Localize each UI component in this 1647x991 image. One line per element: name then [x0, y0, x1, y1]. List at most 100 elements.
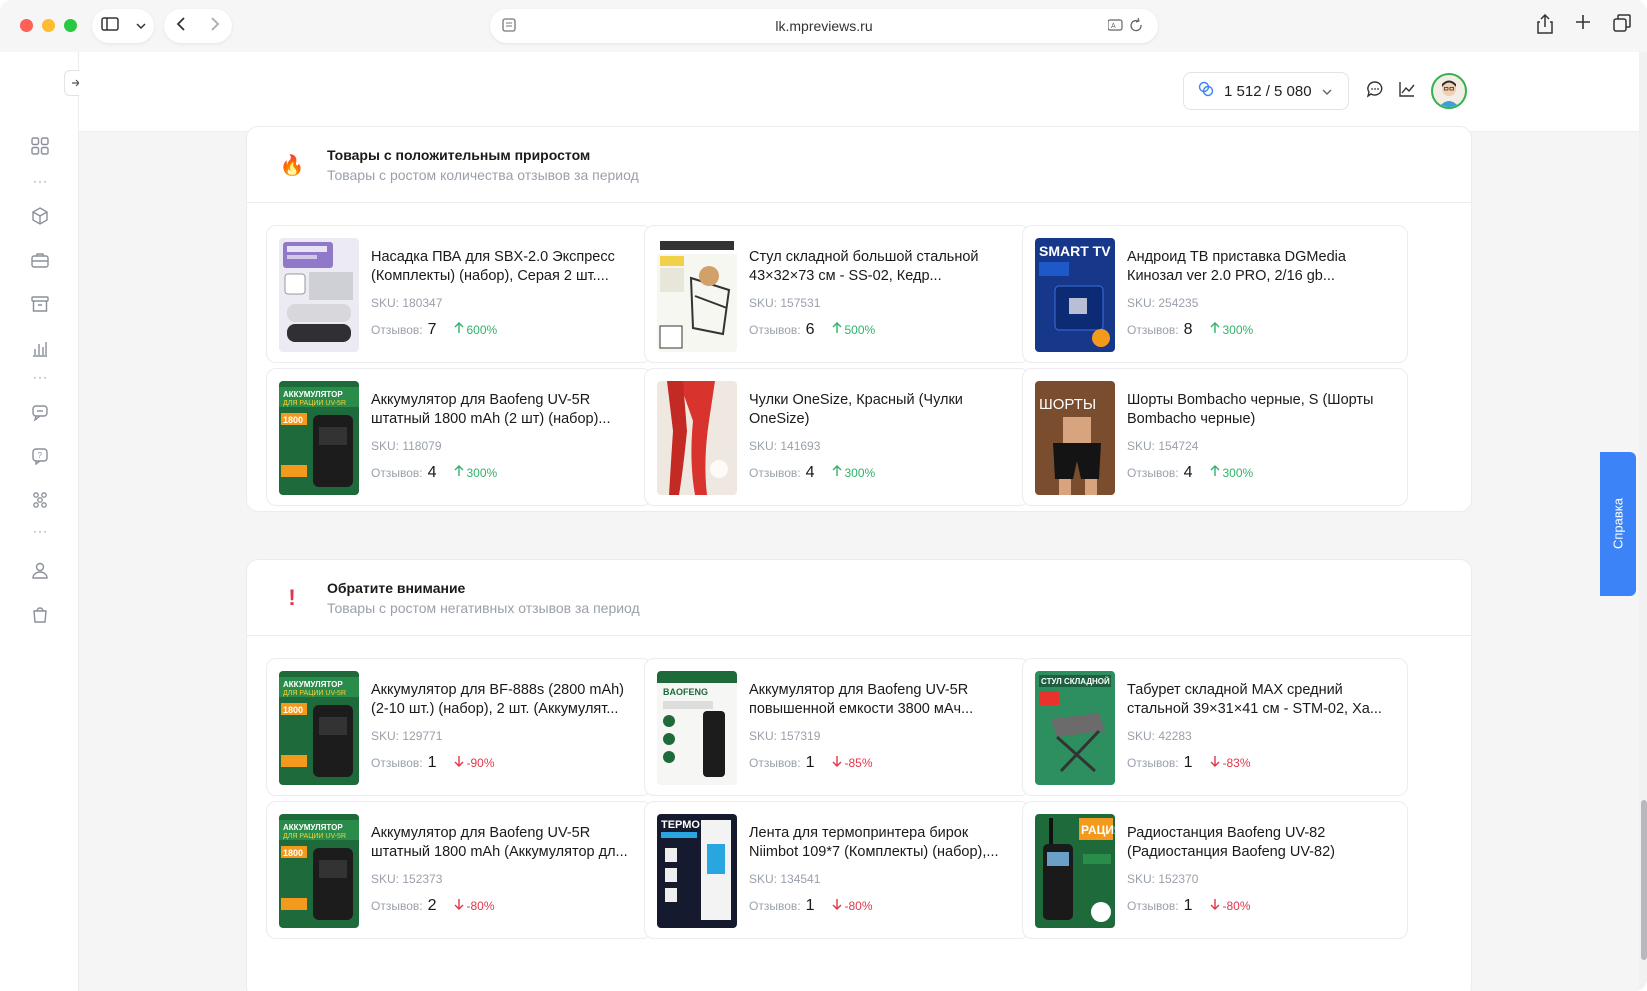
svg-text:ДЛЯ РАЦИИ UV-5R: ДЛЯ РАЦИИ UV-5R	[283, 833, 346, 840]
product-name[interactable]: Андроид ТВ приставка DGMedia Кинозал ver…	[1127, 248, 1399, 286]
briefcase-icon[interactable]	[28, 248, 52, 272]
translate-and-reload-icons[interactable]: A	[1107, 17, 1144, 36]
change-value: -80%	[466, 898, 495, 913]
chevron-down-icon	[1322, 83, 1332, 100]
bar-chart-icon[interactable]	[28, 336, 52, 360]
question-icon[interactable]: ?	[28, 444, 52, 468]
reviews-count: 1	[1183, 754, 1193, 771]
chevron-down-icon[interactable]	[135, 17, 146, 35]
product-image[interactable]	[657, 238, 737, 352]
product-image[interactable]: АККУМУЛЯТОР ДЛЯ РАЦИИ UV-5R 1800	[279, 814, 359, 928]
product-name[interactable]: Чулки OneSize, Красный (Чулки OneSize)	[749, 391, 1021, 429]
svg-text:1800: 1800	[283, 848, 303, 858]
back-button[interactable]	[176, 16, 186, 36]
product-card[interactable]: РАЦИЯ Радиостанция Baofeng UV-82 (Радиост…	[1022, 801, 1408, 939]
product-image[interactable]: АККУМУЛЯТОР ДЛЯ РАЦИИ UV-5R 1800	[279, 671, 359, 785]
product-card[interactable]: Насадка ПВА для SBX-2.0 Экспресс (Компле…	[266, 225, 652, 363]
change-value: -80%	[1222, 898, 1251, 913]
change-badge: -85%	[832, 755, 873, 770]
product-name[interactable]: Радиостанция Baofeng UV-82 (Радиостанция…	[1127, 824, 1399, 862]
reviews-label: Отзывов:	[371, 323, 423, 337]
tabs-overview-icon[interactable]	[1613, 14, 1631, 39]
chat-icon[interactable]	[1366, 80, 1388, 102]
product-image[interactable]: SMART TV	[1035, 238, 1115, 352]
section-header: ! Обратите внимание Товары с ростом нега…	[247, 560, 1471, 636]
close-window-button[interactable]	[20, 19, 33, 32]
product-card[interactable]: SMART TV Андроид ТВ приставка DGMedia Кин…	[1022, 225, 1408, 363]
product-image[interactable]: АККУМУЛЯТОР ДЛЯ РАЦИИ UV-5R 1800	[279, 381, 359, 495]
sidebar-toggle-icon[interactable]	[100, 16, 119, 36]
product-name[interactable]: Стул складной большой стальной 43×32×73 …	[749, 248, 1021, 286]
address-bar[interactable]: lk.mpreviews.ru A	[490, 9, 1158, 43]
window-controls	[20, 19, 77, 32]
hierarchy-icon[interactable]	[28, 488, 52, 512]
browser-actions	[1537, 13, 1631, 39]
chart-line-icon[interactable]	[1398, 80, 1420, 102]
product-image[interactable]: СТУЛ СКЛАДНОЙ	[1035, 671, 1115, 785]
product-image[interactable]	[279, 238, 359, 352]
product-card[interactable]: АККУМУЛЯТОР ДЛЯ РАЦИИ UV-5R 1800 Аккумулято…	[266, 658, 652, 796]
avatar[interactable]	[1431, 73, 1467, 109]
reviews-count: 1	[1183, 897, 1193, 914]
change-value: 300%	[466, 465, 498, 480]
change-badge: 300%	[1210, 322, 1253, 337]
product-name[interactable]: Табурет складной MAX средний стальной 39…	[1127, 681, 1399, 719]
product-image[interactable]: BAOFENG	[657, 671, 737, 785]
product-card[interactable]: Чулки OneSize, Красный (Чулки OneSize) SK…	[644, 368, 1030, 506]
share-icon[interactable]	[1537, 13, 1553, 39]
change-badge: -80%	[832, 898, 873, 913]
product-sku: SKU: 157531	[749, 296, 821, 310]
product-image[interactable]: РАЦИЯ	[1035, 814, 1115, 928]
section-title: Обратите внимание	[327, 580, 466, 596]
cubes-icon[interactable]	[28, 204, 52, 228]
svg-text:1800: 1800	[283, 415, 303, 425]
product-name[interactable]: Шорты Bombacho черные, S (Шорты Bombacho…	[1127, 391, 1399, 429]
positive-growth-section: 🔥 Товары с положительным приростом Товар…	[246, 126, 1472, 512]
svg-text:BAOFENG: BAOFENG	[663, 687, 708, 697]
product-name[interactable]: Насадка ПВА для SBX-2.0 Экспресс (Компле…	[371, 248, 643, 286]
zoom-window-button[interactable]	[64, 19, 77, 32]
help-button[interactable]: Справка	[1600, 452, 1636, 596]
balance-dropdown[interactable]: 1 512 / 5 080	[1183, 72, 1349, 110]
product-name[interactable]: Лента для термопринтера бирок Niimbot 10…	[749, 824, 1021, 862]
product-card[interactable]: ШОРТЫ Шорты Bombacho черные, S (Шорты Bom…	[1022, 368, 1408, 506]
product-reviews: Отзывов: 1 -80%	[749, 897, 873, 915]
product-image[interactable]: ТЕРМО	[657, 814, 737, 928]
svg-text:ДЛЯ РАЦИИ UV-5R: ДЛЯ РАЦИИ UV-5R	[283, 400, 346, 407]
product-name[interactable]: Аккумулятор для Baofeng UV-5R штатный 18…	[371, 824, 643, 862]
product-card[interactable]: BAOFENG Аккумулятор для Baofeng UV-5R пов…	[644, 658, 1030, 796]
arrow-up-icon	[832, 465, 842, 480]
arrow-up-icon	[1210, 465, 1220, 480]
product-name[interactable]: Аккумулятор для Baofeng UV-5R повышенной…	[749, 681, 1021, 719]
reviews-label: Отзывов:	[1127, 756, 1179, 770]
messages-icon[interactable]	[28, 400, 52, 424]
reviews-count: 4	[427, 464, 437, 481]
product-reviews: Отзывов: 4 300%	[1127, 464, 1253, 482]
product-card[interactable]: ТЕРМО Лента для термопринтера бирок Niimb…	[644, 801, 1030, 939]
page-menu-icon[interactable]	[502, 18, 516, 35]
archive-icon[interactable]	[28, 292, 52, 316]
user-icon[interactable]	[28, 558, 52, 582]
product-name[interactable]: Аккумулятор для BF-888s (2800 mAh) (2-10…	[371, 681, 643, 719]
product-card[interactable]: СТУЛ СКЛАДНОЙ Табурет складной MAX средни…	[1022, 658, 1408, 796]
minimize-window-button[interactable]	[42, 19, 55, 32]
product-sku: SKU: 254235	[1127, 296, 1199, 310]
product-card[interactable]: АККУМУЛЯТОР ДЛЯ РАЦИИ UV-5R 1800 Аккумулято…	[266, 801, 652, 939]
product-card[interactable]: Стул складной большой стальной 43×32×73 …	[644, 225, 1030, 363]
bag-icon[interactable]	[28, 602, 52, 626]
grid-icon[interactable]	[28, 134, 52, 158]
forward-button[interactable]	[210, 16, 220, 36]
divider-dots: ···	[33, 524, 48, 538]
change-badge: -83%	[1210, 755, 1251, 770]
arrow-down-icon	[454, 898, 464, 913]
product-image[interactable]	[657, 381, 737, 495]
section-subtitle: Товары с ростом количества отзывов за пе…	[327, 167, 639, 183]
change-badge: -90%	[454, 755, 495, 770]
product-card[interactable]: АККУМУЛЯТОР ДЛЯ РАЦИИ UV-5R 1800 Аккумулято…	[266, 368, 652, 506]
scrollbar-thumb[interactable]	[1641, 800, 1647, 960]
product-image[interactable]: ШОРТЫ	[1035, 381, 1115, 495]
arrow-up-icon	[454, 465, 464, 480]
reviews-label: Отзывов:	[1127, 899, 1179, 913]
product-name[interactable]: Аккумулятор для Baofeng UV-5R штатный 18…	[371, 391, 643, 429]
new-tab-icon[interactable]	[1575, 14, 1591, 39]
